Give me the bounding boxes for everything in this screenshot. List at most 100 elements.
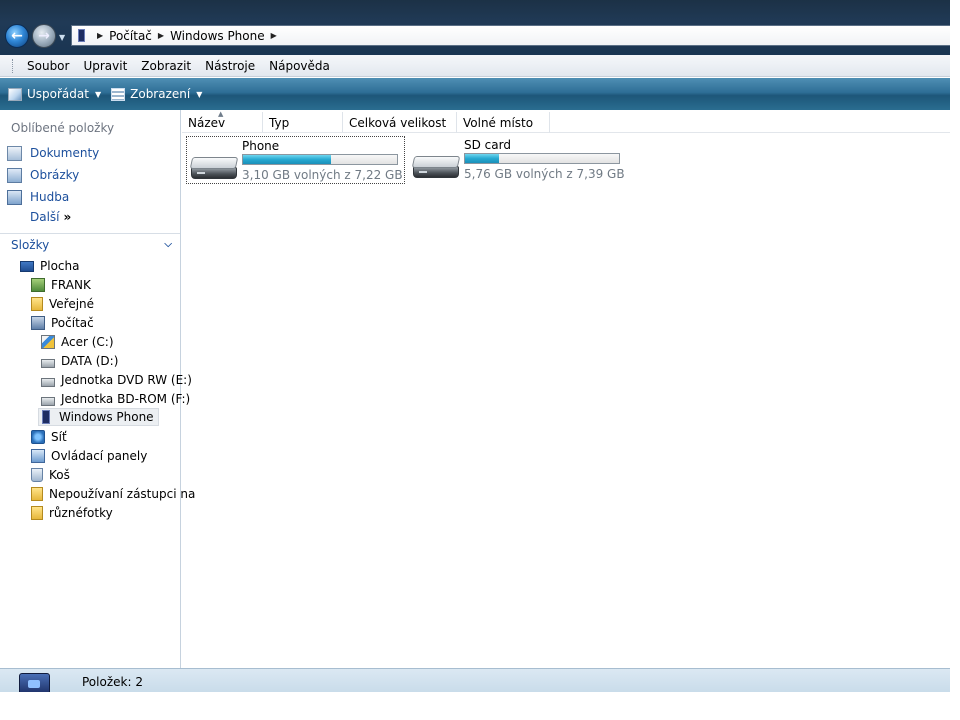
column-label: Celková velikost — [349, 115, 447, 130]
phone-icon — [78, 29, 85, 42]
tree-label: FRANK — [51, 278, 91, 292]
hard-drive-icon — [411, 156, 461, 178]
tree-label: Koš — [49, 468, 70, 482]
folder-icon — [31, 297, 43, 311]
drive-usage-fill — [465, 154, 499, 163]
tree-item-windows-phone[interactable]: Windows Phone — [38, 408, 159, 426]
tree-label: různéfotky — [49, 506, 113, 520]
status-item-count: Položek: 2 — [82, 675, 143, 689]
column-total-size[interactable]: Celková velikost — [343, 112, 457, 133]
more-label: Další — [30, 210, 60, 224]
organize-button[interactable]: Uspořádat ▼ — [8, 87, 101, 101]
menu-file[interactable]: Soubor — [20, 59, 76, 73]
folder-icon — [31, 506, 43, 520]
column-type[interactable]: Typ — [263, 112, 343, 133]
menu-tools[interactable]: Nástroje — [198, 59, 262, 73]
menu-help[interactable]: Nápověda — [262, 59, 337, 73]
tree-label: Plocha — [40, 259, 80, 273]
menu-edit[interactable]: Upravit — [76, 59, 134, 73]
tree-label: Windows Phone — [59, 410, 154, 424]
views-label: Zobrazení — [130, 87, 191, 101]
organize-label: Uspořádat — [27, 87, 89, 101]
bd-drive-icon — [41, 396, 55, 406]
breadcrumb-computer[interactable]: Počítač — [109, 29, 152, 43]
control-panel-icon — [31, 449, 45, 463]
tree-item-control-panel[interactable]: Ovládací panely — [31, 447, 147, 465]
organize-icon — [8, 87, 22, 101]
tree-item-unused-shortcuts[interactable]: Nepoužívaní zástupci na — [31, 485, 195, 503]
command-bar: Uspořádat ▼ Zobrazení ▼ — [0, 78, 950, 110]
dvd-drive-icon — [41, 377, 55, 387]
favorite-label: Hudba — [30, 190, 70, 204]
column-free-space[interactable]: Volné místo — [457, 112, 550, 133]
pictures-icon — [7, 167, 22, 183]
column-header-row: ▲ Název Typ Celková velikost Volné místo — [182, 110, 950, 133]
drive-sd-card[interactable]: SD card 5,76 GB volných z 7,39 GB — [409, 136, 628, 184]
menu-bar: Soubor Upravit Zobrazit Nástroje Nápověd… — [0, 55, 950, 77]
breadcrumb-arrow-icon[interactable]: ▶ — [158, 31, 164, 40]
favorites-title: Oblíbené položky — [11, 121, 115, 135]
tree-label: Jednotka BD-ROM (F:) — [61, 392, 191, 406]
menu-grip — [12, 58, 14, 73]
arrow-left-icon: ← — [11, 28, 23, 44]
blank-area — [0, 692, 950, 720]
drive-usage-fill — [243, 155, 331, 164]
music-icon — [7, 189, 22, 205]
status-bar: Položek: 2 — [0, 668, 950, 695]
folder-icon — [31, 487, 43, 501]
menu-view[interactable]: Zobrazit — [134, 59, 198, 73]
drive-name: SD card — [464, 138, 511, 152]
breadcrumb-arrow-icon[interactable]: ▶ — [97, 31, 103, 40]
tree-label: Jednotka DVD RW (E:) — [61, 373, 192, 387]
drive-free-space: 3,10 GB volných z 7,22 GB — [242, 168, 403, 182]
favorite-label: Obrázky — [30, 168, 80, 182]
tree-item-frank[interactable]: FRANK — [31, 276, 91, 294]
folders-header[interactable]: Složky ⌵ — [0, 233, 180, 255]
computer-icon — [31, 316, 45, 330]
tree-label: Počítač — [51, 316, 94, 330]
drive-free-space: 5,76 GB volných z 7,39 GB — [464, 167, 625, 181]
phone-icon — [42, 410, 50, 424]
tree-label: Veřejné — [49, 297, 95, 311]
views-button[interactable]: Zobrazení ▼ — [111, 87, 202, 101]
column-label: Typ — [269, 115, 290, 130]
tree-label: Nepoužívaní zástupci na — [49, 487, 196, 501]
tree-item-drive-c[interactable]: Acer (C:) — [41, 333, 114, 351]
tree-item-public[interactable]: Veřejné — [31, 295, 94, 313]
breadcrumb-windows-phone[interactable]: Windows Phone — [170, 29, 265, 43]
recent-pages-dropdown[interactable]: ▼ — [59, 33, 65, 42]
user-folder-icon — [31, 278, 45, 292]
tree-label: Ovládací panely — [51, 449, 148, 463]
tree-item-misc-photos[interactable]: různéfotky — [31, 504, 113, 522]
address-bar[interactable]: ▶ Počítač ▶ Windows Phone ▶ — [71, 25, 951, 46]
forward-button[interactable]: → — [32, 24, 56, 48]
column-label: Volné místo — [463, 115, 534, 130]
tree-item-desktop[interactable]: Plocha — [20, 257, 79, 275]
favorite-music[interactable]: Hudba — [7, 188, 69, 206]
back-button[interactable]: ← — [5, 24, 29, 48]
favorites-more-link[interactable]: Další» — [30, 210, 71, 224]
tree-item-recycle-bin[interactable]: Koš — [31, 466, 70, 484]
column-name[interactable]: ▲ Název — [182, 110, 263, 133]
sort-ascending-icon: ▲ — [218, 110, 224, 118]
views-icon — [111, 87, 126, 101]
breadcrumb-arrow-icon[interactable]: ▶ — [271, 31, 277, 40]
tree-item-drive-f[interactable]: Jednotka BD-ROM (F:) — [41, 390, 190, 408]
chevron-down-icon: ▼ — [196, 89, 203, 99]
favorite-documents[interactable]: Dokumenty — [7, 144, 99, 162]
tree-item-network[interactable]: Síť — [31, 428, 67, 446]
drive-phone[interactable]: Phone 3,10 GB volných z 7,22 GB — [186, 136, 405, 184]
windows-drive-icon — [41, 335, 55, 349]
recycle-bin-icon — [31, 468, 43, 482]
tree-label: Síť — [51, 430, 67, 444]
favorite-pictures[interactable]: Obrázky — [7, 166, 79, 184]
desktop-icon — [20, 260, 34, 272]
tree-item-computer[interactable]: Počítač — [31, 314, 94, 332]
tree-label: DATA (D:) — [61, 354, 119, 368]
hard-drive-icon — [189, 157, 239, 179]
tree-item-drive-d[interactable]: DATA (D:) — [41, 352, 118, 370]
navigation-pane: Oblíbené položky Dokumenty Obrázky Hudba… — [0, 110, 195, 668]
tree-item-drive-e[interactable]: Jednotka DVD RW (E:) — [41, 371, 192, 389]
drive-usage-bar — [242, 154, 398, 165]
documents-icon — [7, 145, 22, 161]
